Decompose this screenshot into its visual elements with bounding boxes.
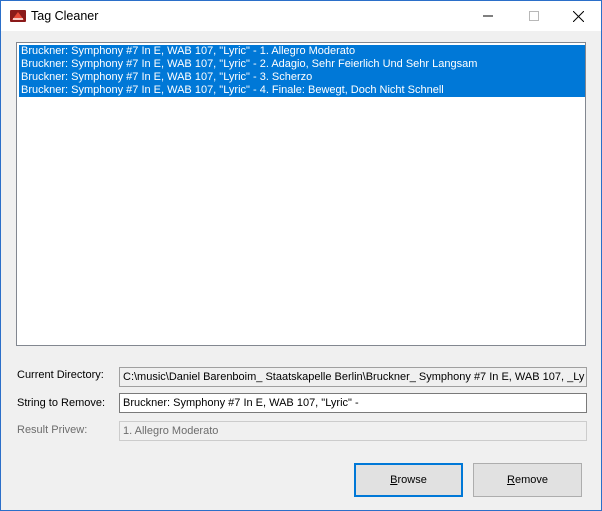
close-button[interactable] bbox=[555, 1, 601, 31]
maximize-button[interactable] bbox=[511, 1, 557, 31]
string-to-remove-input[interactable]: Bruckner: Symphony #7 In E, WAB 107, "Ly… bbox=[119, 393, 587, 413]
minimize-button[interactable] bbox=[465, 1, 511, 31]
minimize-icon bbox=[483, 15, 493, 17]
list-item[interactable]: Bruckner: Symphony #7 In E, WAB 107, "Ly… bbox=[19, 71, 585, 84]
remove-button-label: emove bbox=[514, 474, 548, 486]
remove-button[interactable]: Remove bbox=[473, 463, 582, 497]
result-preview-field: 1. Allegro Moderato bbox=[119, 421, 587, 441]
browse-button-accel: B bbox=[390, 474, 398, 486]
app-icon bbox=[10, 10, 26, 22]
result-preview-label: Result Privew: bbox=[17, 424, 88, 436]
string-to-remove-label: String to Remove: bbox=[17, 397, 106, 409]
window-title: Tag Cleaner bbox=[31, 9, 99, 23]
file-list[interactable]: Bruckner: Symphony #7 In E, WAB 107, "Ly… bbox=[16, 42, 586, 346]
browse-button[interactable]: Browse bbox=[354, 463, 463, 497]
title-bar[interactable]: Tag Cleaner bbox=[1, 1, 601, 31]
browse-button-label: rowse bbox=[397, 474, 427, 486]
list-item[interactable]: Bruckner: Symphony #7 In E, WAB 107, "Ly… bbox=[19, 58, 585, 71]
current-directory-label: Current Directory: bbox=[17, 369, 104, 381]
remove-button-accel: R bbox=[507, 474, 515, 486]
tag-cleaner-window: Tag Cleaner Bruckner: Symphony #7 In E, … bbox=[0, 0, 602, 511]
current-directory-field[interactable]: C:\music\Daniel Barenboim_ Staatskapelle… bbox=[119, 367, 587, 387]
maximize-icon bbox=[529, 11, 539, 21]
close-icon bbox=[572, 10, 584, 22]
list-item[interactable]: Bruckner: Symphony #7 In E, WAB 107, "Ly… bbox=[19, 45, 585, 58]
list-item[interactable]: Bruckner: Symphony #7 In E, WAB 107, "Ly… bbox=[19, 84, 585, 97]
